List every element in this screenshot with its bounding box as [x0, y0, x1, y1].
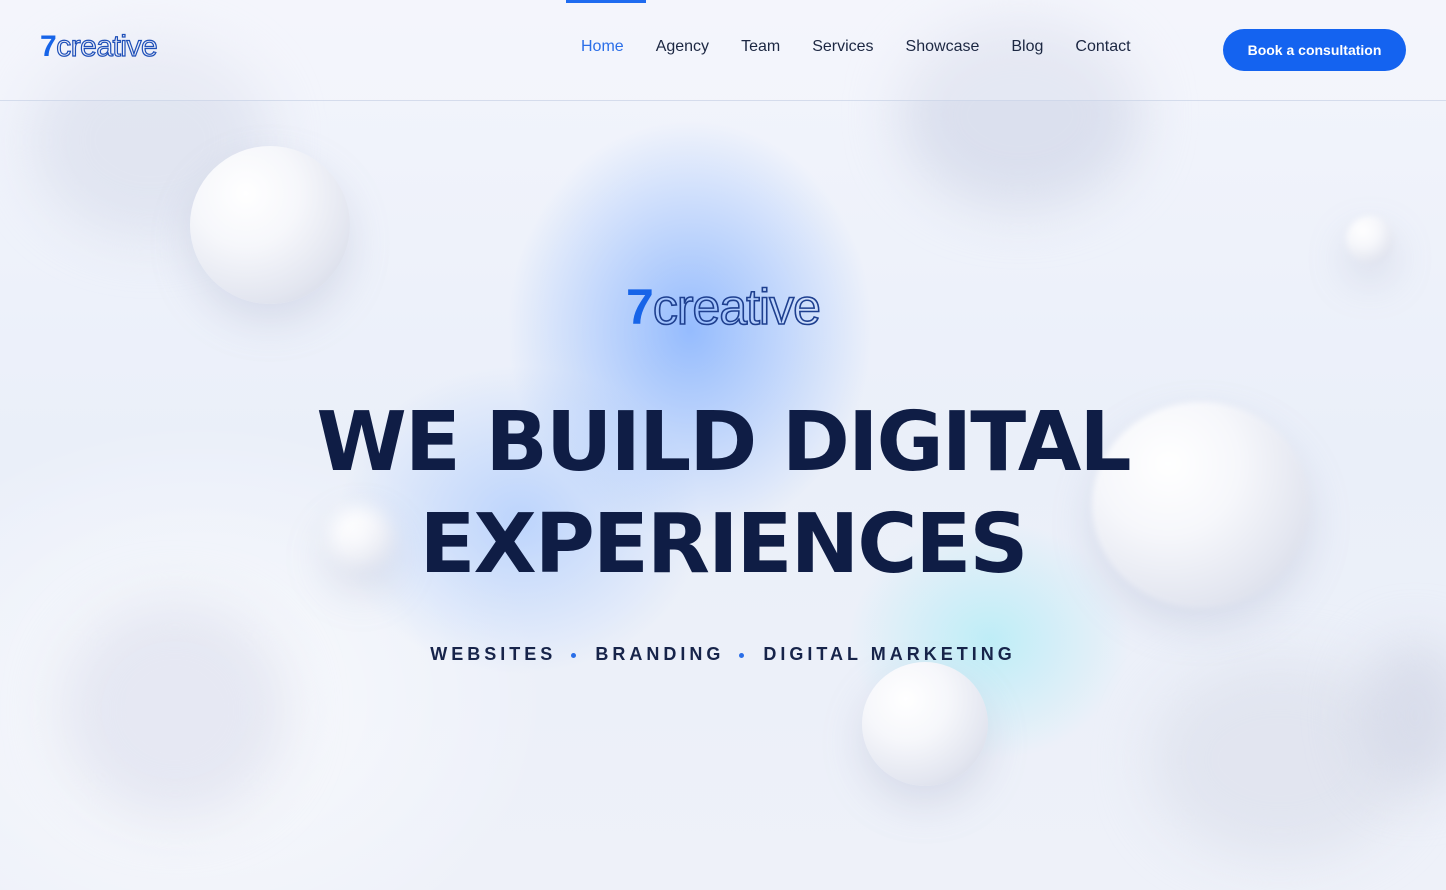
site-header: 7 creative Home Agency Team Services Sho… — [0, 0, 1446, 101]
hero-logo-number: 7 — [626, 279, 654, 335]
hero-tagline: WEBSITES BRANDING DIGITAL MARKETING — [0, 644, 1446, 665]
nav-item-team[interactable]: Team — [741, 38, 780, 56]
nav-item-showcase[interactable]: Showcase — [906, 38, 980, 56]
decorative-sphere — [862, 662, 988, 786]
logo-number: 7 — [40, 30, 57, 63]
nav-item-agency[interactable]: Agency — [656, 38, 709, 56]
book-consultation-button[interactable]: Book a consultation — [1223, 29, 1406, 71]
background-blur-shape — [60, 600, 290, 820]
active-nav-indicator — [566, 0, 646, 3]
tagline-item-branding: BRANDING — [595, 644, 725, 664]
main-nav: Home Agency Team Services Showcase Blog … — [581, 38, 1163, 56]
nav-item-services[interactable]: Services — [812, 38, 873, 56]
tagline-item-digital-marketing: DIGITAL MARKETING — [763, 644, 1016, 664]
site-logo[interactable]: 7 creative — [40, 29, 159, 64]
headline-line-2: EXPERIENCES — [419, 497, 1029, 592]
decorative-sphere — [1346, 216, 1394, 264]
hero-logo-word: creative — [652, 278, 822, 336]
hero-headline: WE BUILD DIGITAL EXPERIENCES — [0, 392, 1446, 596]
headline-line-1: WE BUILD DIGITAL — [316, 395, 1131, 490]
nav-item-contact[interactable]: Contact — [1075, 38, 1130, 56]
hero-logo: 7creative — [0, 278, 1446, 336]
separator-dot — [739, 652, 745, 658]
separator-dot — [571, 652, 577, 658]
nav-item-home[interactable]: Home — [581, 38, 624, 56]
logo-word: creative — [56, 29, 159, 63]
nav-item-blog[interactable]: Blog — [1011, 38, 1043, 56]
tagline-item-websites: WEBSITES — [430, 644, 557, 664]
